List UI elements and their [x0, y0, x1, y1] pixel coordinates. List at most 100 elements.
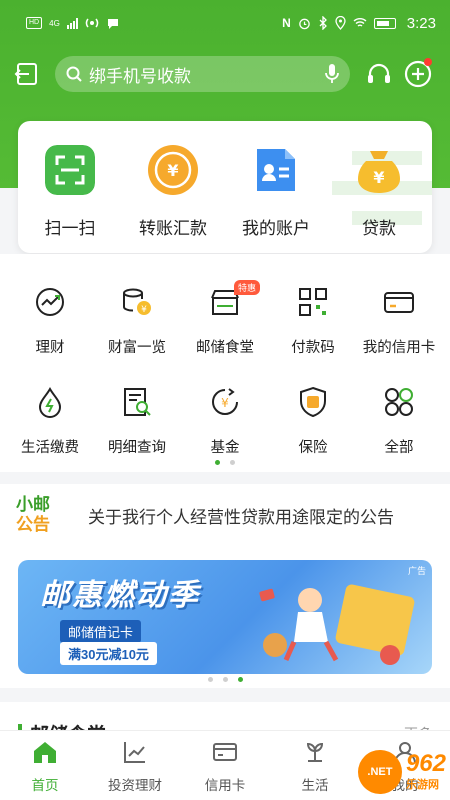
hotspot-icon [85, 18, 99, 28]
grid-item-label: 邮储食堂 [196, 340, 254, 356]
svg-text:¥: ¥ [141, 305, 147, 315]
header-bar: 绑手机号收款 [0, 56, 450, 92]
exit-icon[interactable] [14, 61, 40, 87]
pager-dot[interactable] [222, 677, 228, 682]
grid-pager [0, 460, 450, 465]
notification-dot [424, 58, 432, 66]
bottom-tab-bar: 首页 投资理财 信用卡 生活 我的 .NET 962 乐游网 [0, 730, 450, 800]
alarm-icon [299, 18, 310, 29]
notice-bar[interactable]: 小邮 公告 关于我行个人经营性贷款用途限定的公告 [0, 484, 450, 546]
search-placeholder: 绑手机号收款 [89, 66, 191, 86]
chart-icon [36, 288, 64, 316]
grid-item-fund[interactable]: ¥ 基金 [180, 386, 270, 457]
grid-item-payment-code[interactable]: 付款码 [268, 286, 358, 357]
transfer-icon: ¥ [148, 145, 198, 195]
quick-action-label: 我的账户 [242, 219, 310, 238]
tab-label: 投资理财 [108, 778, 162, 793]
status-bar: HD 4G N 3:23 [0, 0, 450, 46]
tab-label: 生活 [301, 778, 329, 793]
quick-action-label: 转账汇款 [139, 219, 207, 238]
svg-text:¥: ¥ [373, 168, 384, 187]
scan-icon [45, 145, 95, 195]
grid-item-details[interactable]: 明细查询 [92, 386, 182, 457]
site-watermark: .NET 962 乐游网 [357, 750, 446, 794]
grid-item-label: 基金 [210, 440, 240, 456]
banner-offer: 满30元减10元 [60, 642, 157, 665]
grid-item-canteen[interactable]: 邮储食堂 特惠 [180, 280, 270, 357]
all-icon [385, 388, 413, 416]
grid-item-label: 生活缴费 [21, 440, 79, 456]
battery-icon [373, 17, 396, 29]
investment-icon [124, 742, 145, 763]
pager-dot-active[interactable] [237, 677, 243, 682]
grid-item-label: 明细查询 [108, 440, 166, 456]
banner-title: 邮惠燃动季 [40, 579, 200, 612]
mic-icon[interactable] [324, 63, 340, 85]
headset-icon[interactable] [365, 61, 393, 89]
grid-item-label: 财富一览 [108, 340, 166, 356]
quick-action-account[interactable]: 我的账户 [224, 145, 328, 239]
loan-icon: ¥ [358, 151, 400, 193]
grid-item-wealth-overview[interactable]: ¥ 财富一览 [92, 286, 182, 357]
grid-item-label: 我的信用卡 [362, 340, 436, 356]
grid-item-label: 付款码 [291, 340, 335, 356]
life-icon [306, 742, 324, 762]
tab-home[interactable]: 首页 [0, 739, 90, 794]
search-input[interactable]: 绑手机号收款 [55, 56, 350, 92]
grid-item-label: 全部 [384, 440, 414, 456]
grid-item-all[interactable]: 全部 [354, 386, 444, 457]
watermark-domain: .NET [357, 750, 402, 794]
banner-section: 邮惠燃动季 邮储借记卡 满30元减10元 广告 [0, 546, 450, 688]
credit-card-icon [384, 292, 414, 313]
utility-icon [38, 386, 62, 418]
tab-label: 首页 [31, 778, 59, 793]
card-icon [213, 743, 237, 761]
pager-dot-active[interactable] [215, 460, 220, 465]
details-icon [124, 388, 151, 416]
qrcode-icon [299, 288, 327, 316]
clock: 3:23 [406, 14, 436, 32]
coins-icon: ¥ [123, 288, 151, 315]
watermark-name: 乐游网 [405, 779, 439, 791]
bluetooth-icon [319, 16, 327, 30]
tab-credit-card[interactable]: 信用卡 [180, 739, 270, 794]
svg-text:¥: ¥ [167, 161, 178, 180]
quick-action-label: 扫一扫 [44, 219, 96, 238]
grid-item-credit-card[interactable]: 我的信用卡 [354, 286, 444, 357]
network-label: 4G [49, 18, 60, 28]
signal-icon [66, 17, 78, 29]
wifi-icon [353, 18, 367, 27]
nfc-icon: N [282, 16, 291, 30]
search-icon [66, 66, 82, 82]
tab-investment[interactable]: 投资理财 [90, 739, 180, 794]
quick-action-scan[interactable]: 扫一扫 [18, 145, 122, 239]
service-grid: 理财 ¥ 财富一览 邮储食堂 特惠 付款码 我的信用卡 生活缴费 明细查询 ¥ … [0, 254, 450, 472]
location-icon [335, 16, 346, 30]
grid-item-label: 保险 [298, 440, 328, 456]
tab-life[interactable]: 生活 [270, 739, 360, 794]
quick-action-transfer[interactable]: ¥ 转账汇款 [121, 145, 225, 239]
banner-subtitle: 邮储借记卡 [60, 620, 142, 643]
hd-badge: HD [26, 17, 43, 29]
notice-logo-bottom: 公告 [16, 515, 50, 534]
notice-logo-top: 小邮 [16, 495, 50, 514]
svg-text:¥: ¥ [221, 396, 229, 410]
grid-item-insurance[interactable]: 保险 [268, 386, 358, 457]
home-icon [34, 742, 56, 763]
account-icon [257, 149, 295, 191]
quick-actions-card: 扫一扫 ¥ 转账汇款 我的账户 ¥ 贷款 [18, 121, 432, 253]
banner-pager [0, 677, 450, 682]
quick-action-loan[interactable]: ¥ 贷款 [327, 145, 431, 239]
notice-text: 关于我行个人经营性贷款用途限定的公告 [88, 507, 394, 527]
pager-dot[interactable] [207, 677, 213, 682]
insurance-icon [300, 386, 326, 418]
promo-banner[interactable]: 邮惠燃动季 邮储借记卡 满30元减10元 广告 [18, 560, 432, 674]
grid-item-utilities[interactable]: 生活缴费 [5, 386, 95, 457]
fund-icon: ¥ [212, 388, 238, 415]
tab-label: 信用卡 [204, 778, 246, 793]
grid-item-wealth[interactable]: 理财 [5, 286, 95, 357]
notice-logo: 小邮 公告 [16, 495, 78, 535]
pager-dot[interactable] [230, 460, 235, 465]
message-icon [107, 19, 118, 29]
banner-illustration [259, 584, 415, 665]
